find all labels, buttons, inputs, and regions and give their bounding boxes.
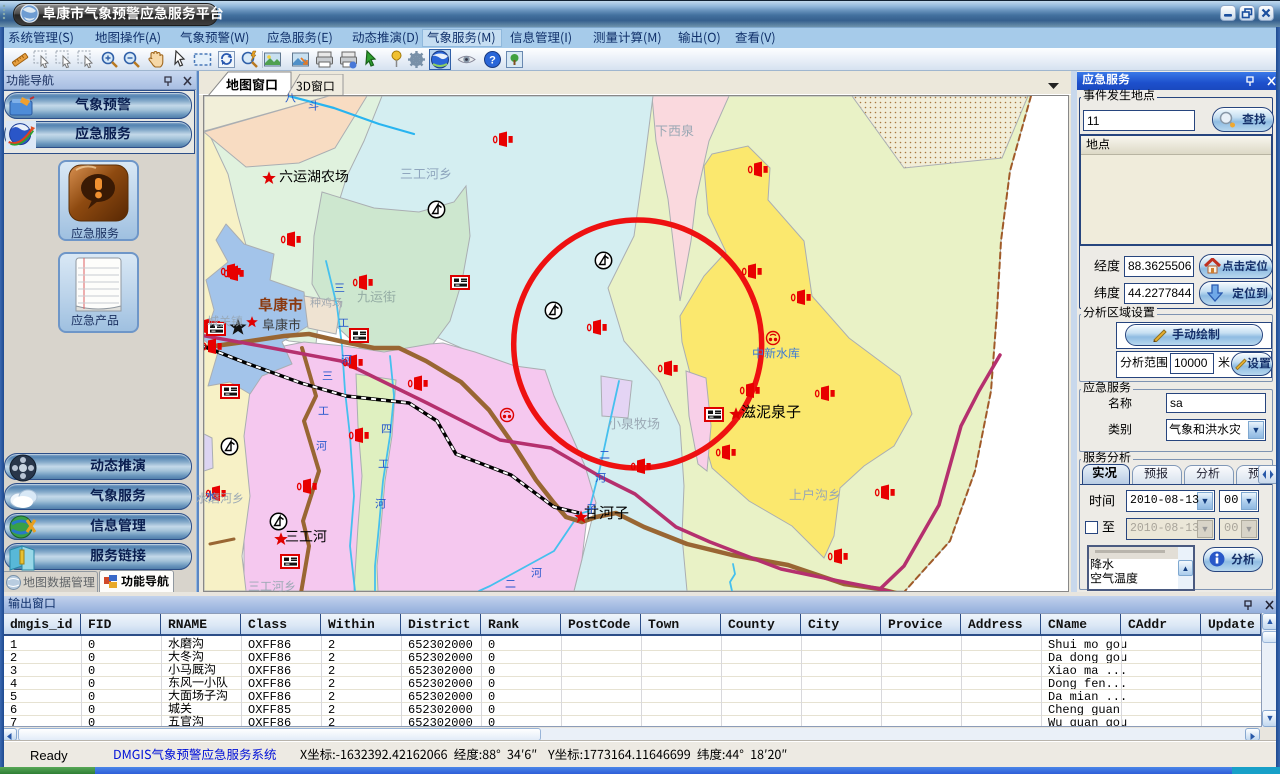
svg-text:?: ? <box>489 55 496 67</box>
